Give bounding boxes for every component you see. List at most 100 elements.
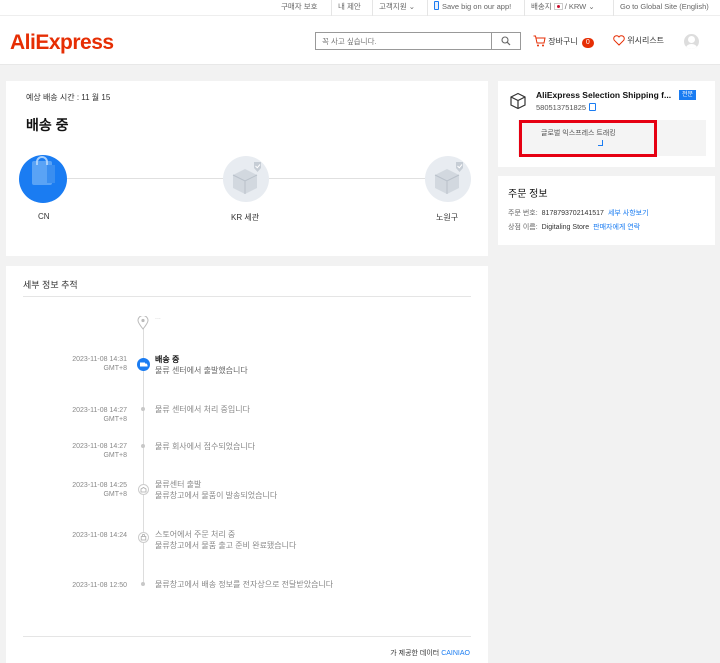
- order-info-title: 주문 정보: [508, 189, 548, 200]
- event-date: 2023-11-08 14:24: [72, 532, 127, 539]
- event-timezone: GMT+8: [103, 452, 127, 459]
- shopping-bag-icon: [32, 156, 55, 185]
- aliexpress-logo[interactable]: AliExpress: [10, 31, 114, 55]
- event-content: 물류창고에서 배송 정보를 전자상으로 전달받았습니다: [155, 579, 333, 590]
- event-title: 배송 중: [155, 355, 180, 364]
- cart-count-badge: 0: [581, 38, 594, 48]
- event-time: 2023-11-08 14:24: [72, 531, 127, 540]
- current-event-marker: [137, 358, 150, 371]
- event-time: 2023-11-08 14:25 GMT+8: [72, 481, 127, 499]
- event-content: 물류센터 출발물류창고에서 물품이 발송되었습니다: [155, 479, 277, 501]
- event-dot: [141, 582, 145, 586]
- event-date: 2023-11-08 14:25: [72, 482, 127, 489]
- event-time: 2023-11-08 14:27 GMT+8: [72, 406, 127, 424]
- event-time: 2023-11-08 12:50: [72, 581, 127, 590]
- event-dot: [141, 407, 145, 411]
- app-promo-link[interactable]: Save big on our app!: [427, 0, 517, 16]
- search-bar: [315, 32, 521, 50]
- tracking-details-title: 세부 정보 추적: [23, 280, 78, 290]
- ship-to-label: 배송지: [531, 2, 552, 11]
- event-content: 물류 센터에서 처리 중입니다: [155, 404, 250, 415]
- tracking-number: 580513751825: [536, 103, 597, 112]
- divider: [23, 296, 471, 297]
- store-icon: [140, 534, 147, 541]
- progress-node-origin: [19, 155, 67, 203]
- search-input[interactable]: [316, 33, 492, 50]
- event-title: 스토어에서 주문 처리 중: [155, 530, 236, 539]
- progress-node-customs: [223, 156, 269, 202]
- heart-icon: [613, 35, 625, 46]
- carrier-tag: 전문: [679, 90, 697, 100]
- event-timezone: GMT+8: [103, 365, 127, 372]
- event-dot: [141, 444, 145, 448]
- suggest-link[interactable]: 내 제안: [331, 0, 367, 16]
- chevron-down-icon: ⌄: [588, 2, 595, 11]
- event-title: 물류센터 출발: [155, 480, 202, 489]
- top-utility-bar: 구매자 보호 내 제안 고객지원 ⌄ Save big on our app! …: [0, 0, 720, 16]
- progress-label-customs: KR 세관: [231, 213, 260, 222]
- search-button[interactable]: [491, 33, 520, 49]
- house-icon: [434, 162, 463, 194]
- package-icon: [510, 92, 526, 110]
- wishlist-label: 위시리스트: [627, 36, 665, 45]
- progress-label-origin: CN: [38, 212, 50, 221]
- carrier-name: AliExpress Selection Shipping f...: [536, 90, 672, 100]
- event-date: 2023-11-08 14:27: [72, 443, 127, 450]
- warehouse-event-marker: [138, 484, 149, 495]
- data-provider: 가 제공한 데이터 CAINIAO: [390, 648, 470, 658]
- order-info-card: 주문 정보 주문 번호: 8178793702141517 세부 사항보기 상점 이…: [498, 176, 715, 245]
- copy-icon[interactable]: [589, 103, 597, 111]
- delivery-status-title: 배송 중: [26, 117, 69, 133]
- store-name-row: 상점 이름: Digitaling Store 판매자에게 연락: [508, 222, 640, 232]
- event-time: 2023-11-08 14:27 GMT+8: [72, 442, 127, 460]
- event-timezone: GMT+8: [103, 416, 127, 423]
- event-description: 물류 회사에서 접수되었습니다: [155, 442, 256, 451]
- event-date: 2023-11-08 14:27: [72, 407, 127, 414]
- delivery-status-card: 예상 배송 시간 : 11 월 15 배송 중 CN KR 세관 노원구: [6, 81, 488, 256]
- truck-icon: [140, 362, 148, 367]
- contact-seller-link[interactable]: 판매자에게 연락: [593, 224, 640, 231]
- cart-button[interactable]: 장바구니 0: [533, 35, 594, 48]
- event-date: 2023-11-08 12:50: [72, 582, 127, 589]
- app-promo-label: Save big on our app!: [442, 2, 512, 11]
- store-event-marker: [138, 532, 149, 543]
- event-description: 물류창고에서 물품 출고 준비 완료됐습니다: [155, 541, 297, 550]
- location-pin-icon: [137, 316, 149, 330]
- event-content: 스토어에서 주문 처리 중물류창고에서 물품 출고 준비 완료됐습니다: [155, 529, 296, 551]
- event-time: 2023-11-08 14:31 GMT+8: [72, 355, 127, 373]
- event-description: 물류창고에서 물품이 발송되었습니다: [155, 491, 278, 500]
- event-content: 물류 회사에서 접수되었습니다: [155, 441, 255, 452]
- chevron-down-icon: ⌄: [408, 2, 415, 11]
- data-provider-label: 가 제공한 데이터: [390, 650, 440, 657]
- ship-to-selector[interactable]: 배송지 / KRW ⌄: [524, 0, 601, 16]
- order-number-value: 8178793702141517: [541, 210, 604, 217]
- order-details-link[interactable]: 세부 사항보기: [608, 210, 649, 217]
- global-site-link[interactable]: Go to Global Site (English): [613, 0, 715, 16]
- main-header: AliExpress 장바구니 0 위시리스트: [0, 16, 720, 65]
- order-number-label: 주문 번호:: [508, 210, 538, 217]
- cart-icon: [533, 35, 546, 47]
- cainiao-link[interactable]: CAINIAO: [441, 650, 470, 657]
- support-menu[interactable]: 고객지원 ⌄: [372, 0, 421, 16]
- estimated-delivery: 예상 배송 시간 : 11 월 15: [26, 93, 111, 102]
- warehouse-icon: [140, 487, 147, 493]
- pending-address: ...: [155, 314, 161, 321]
- phone-icon: [434, 1, 439, 10]
- support-label: 고객지원: [379, 2, 407, 11]
- cart-label: 장바구니: [548, 37, 578, 46]
- buyer-protection-link[interactable]: 구매자 보호: [275, 0, 324, 16]
- progress-node-destination: [425, 156, 471, 202]
- store-name-label: 상점 이름:: [508, 224, 538, 231]
- tracking-details-card: 세부 정보 추적 ... 2023-11-08 14:31 GMT+8 배송 중물…: [6, 266, 488, 663]
- annotation-highlight-box: [519, 120, 657, 157]
- wishlist-button[interactable]: 위시리스트: [613, 35, 664, 46]
- event-description: 물류창고에서 배송 정보를 전자상으로 전달받았습니다: [155, 580, 334, 589]
- divider: [23, 636, 471, 637]
- event-date: 2023-11-08 14:31: [72, 356, 127, 363]
- korea-flag-icon: [553, 3, 563, 10]
- event-content: 배송 중 물류 센터에서 출발했습니다: [155, 354, 248, 376]
- user-avatar[interactable]: [684, 34, 699, 49]
- search-icon: [501, 36, 511, 46]
- progress-label-destination: 노원구: [436, 213, 459, 222]
- package-icon: [232, 162, 261, 194]
